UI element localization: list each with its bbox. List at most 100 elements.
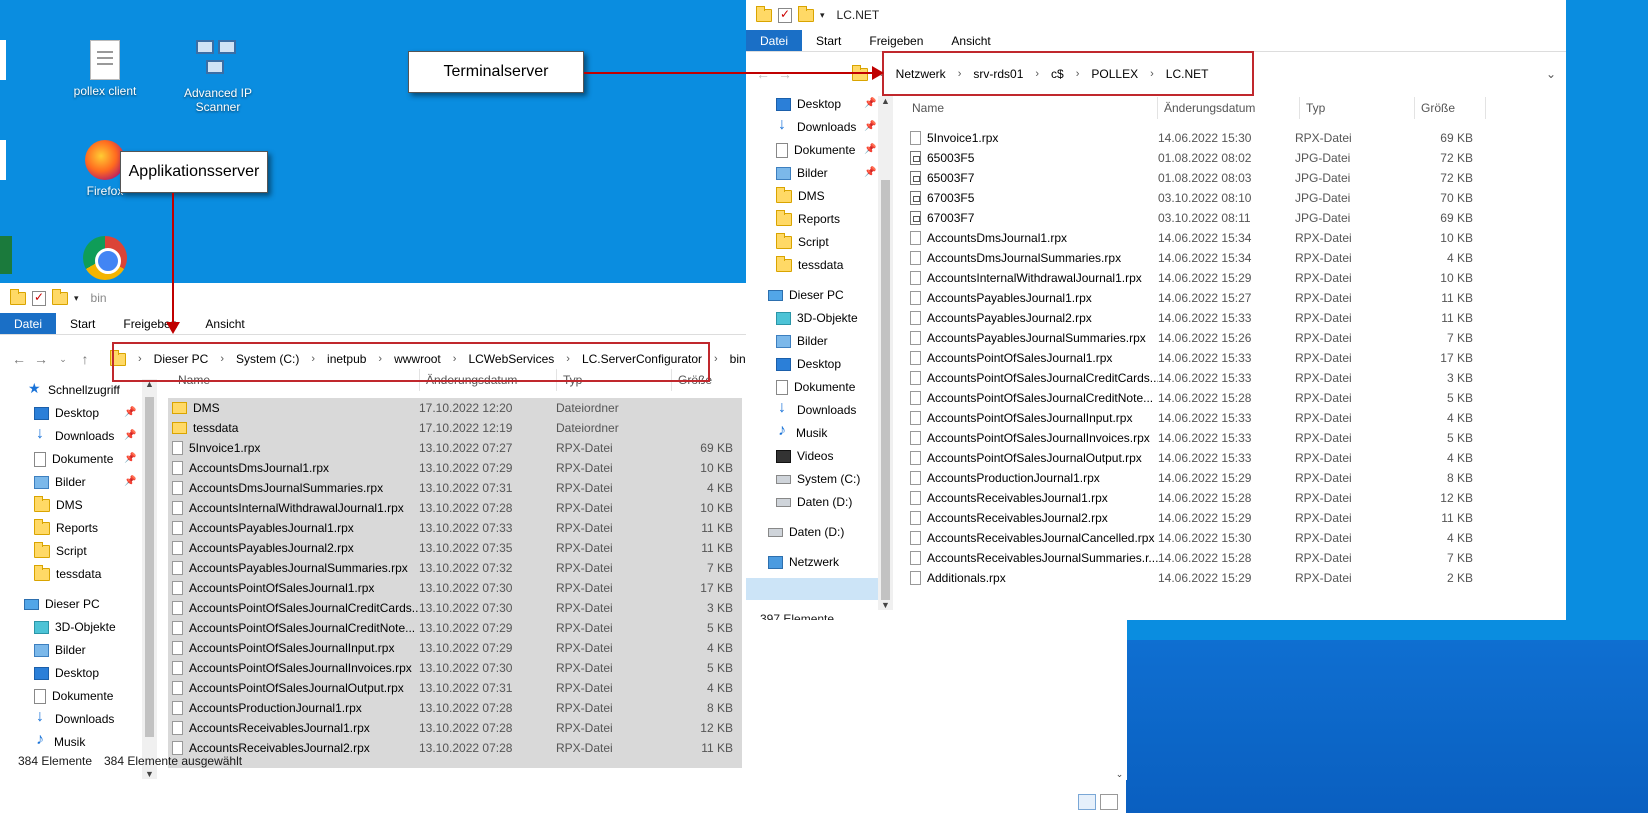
file-row[interactable]: AccountsPointOfSalesJournalCreditCards..…	[910, 368, 1510, 388]
nav-item[interactable]: Script	[776, 231, 829, 253]
file-row[interactable]: AccountsPointOfSalesJournalInvoices.rpx 1…	[172, 658, 742, 678]
nav-item[interactable]: Schnellzugriff	[28, 379, 120, 401]
recent-chevron-icon[interactable]: ⌄	[52, 354, 74, 365]
file-row[interactable]: AccountsPointOfSalesJournal1.rpx 13.10.20…	[172, 578, 742, 598]
address-dropdown-icon[interactable]: ⌄	[1546, 67, 1556, 81]
tab-datei[interactable]: Datei	[0, 313, 57, 334]
breadcrumb-item[interactable]: LCWebServices	[466, 352, 556, 366]
nav-item[interactable]: Daten (D:)	[768, 521, 844, 543]
nav-item[interactable]: Dokumente	[34, 448, 113, 470]
scroll-thumb[interactable]	[881, 180, 890, 600]
nav-item[interactable]: Dokumente	[34, 685, 113, 707]
file-row[interactable]: AccountsInternalWithdrawalJournal1.rpx 13…	[172, 498, 742, 518]
nav-item[interactable]: Desktop	[34, 402, 99, 424]
nav-item[interactable]: DMS	[34, 494, 83, 516]
nav-item[interactable]: Reports	[776, 208, 840, 230]
list-scrollbar[interactable]: ⌄	[1112, 600, 1127, 780]
pin-icon[interactable]: 📌	[864, 121, 876, 132]
file-row[interactable]: AccountsProductionJournal1.rpx 13.10.2022…	[172, 698, 742, 718]
nav-item[interactable]: Downloads	[34, 425, 114, 447]
nav-item[interactable]: Dieser PC	[768, 284, 844, 306]
file-row[interactable]: AccountsReceivablesJournal2.rpx 14.06.202…	[910, 508, 1510, 528]
nav-item[interactable]: Desktop	[34, 662, 99, 684]
file-row[interactable]: AccountsPayablesJournal1.rpx 13.10.2022 0…	[172, 518, 742, 538]
tab-start[interactable]: Start	[802, 30, 855, 51]
new-folder-icon[interactable]	[52, 288, 68, 305]
tab-ansicht[interactable]: Ansicht	[191, 313, 258, 334]
properties-icon[interactable]	[778, 7, 792, 23]
forward-arrow-icon[interactable]: →	[774, 66, 796, 82]
file-row[interactable]: 65003F5 01.08.2022 08:02 JPG-Datei 72 KB	[910, 148, 1510, 168]
scroll-up-icon[interactable]: ▲	[142, 379, 157, 389]
nav-item[interactable]: System (C:)	[776, 468, 860, 490]
file-row[interactable]: AccountsPayablesJournalSummaries.rpx 13.1…	[172, 558, 742, 578]
nav-item[interactable]: Downloads	[776, 399, 856, 421]
nav-item[interactable]: DMS	[776, 185, 825, 207]
file-row[interactable]: 65003F7 01.08.2022 08:03 JPG-Datei 72 KB	[910, 168, 1510, 188]
file-row[interactable]: AccountsDmsJournal1.rpx 13.10.2022 07:29 R…	[172, 458, 742, 478]
tab-start[interactable]: Start	[56, 313, 109, 334]
breadcrumb-item[interactable]: POLLEX	[1089, 67, 1140, 81]
scroll-down-icon[interactable]: ⌄	[1112, 769, 1127, 780]
file-row[interactable]: AccountsPointOfSalesJournalInput.rpx 14.0…	[910, 408, 1510, 428]
file-row[interactable]: AccountsReceivablesJournal1.rpx 14.06.202…	[910, 488, 1510, 508]
nav-item[interactable]: Bilder	[776, 330, 828, 352]
properties-icon[interactable]	[32, 290, 46, 306]
breadcrumb-item[interactable]: inetpub	[325, 352, 368, 366]
breadcrumb[interactable]: › Dieser PC › System (C:) › inetpub › ww…	[110, 349, 748, 366]
nav-item[interactable]: Reports	[34, 517, 98, 539]
pin-icon[interactable]: 📌	[864, 144, 876, 155]
file-row[interactable]: 67003F7 03.10.2022 08:11 JPG-Datei 69 KB	[910, 208, 1510, 228]
file-row[interactable]: AccountsInternalWithdrawalJournal1.rpx 14…	[910, 268, 1510, 288]
file-row[interactable]: AccountsDmsJournalSummaries.rpx 13.10.202…	[172, 478, 742, 498]
nav-item[interactable]: Desktop	[776, 93, 841, 115]
breadcrumb-item[interactable]: Dieser PC	[152, 352, 211, 366]
nav-item[interactable]: Dokumente	[776, 376, 855, 398]
chevron-down-icon[interactable]: ▾	[820, 10, 825, 21]
large-icons-view-icon[interactable]	[1100, 794, 1118, 810]
details-view-icon[interactable]	[1078, 794, 1096, 810]
breadcrumb-item[interactable]: srv-rds01	[971, 67, 1025, 81]
pin-icon[interactable]: 📌	[124, 453, 136, 464]
breadcrumb-item[interactable]: Netzwerk	[894, 67, 948, 81]
nav-item[interactable]: Desktop	[776, 353, 841, 375]
file-row[interactable]: 67003F5 03.10.2022 08:10 JPG-Datei 70 KB	[910, 188, 1510, 208]
file-row[interactable]: AccountsPointOfSalesJournalOutput.rpx 14.…	[910, 448, 1510, 468]
forward-arrow-icon[interactable]: →	[30, 351, 52, 367]
breadcrumb-item[interactable]: wwwroot	[392, 352, 443, 366]
nav-item[interactable]: Bilder	[776, 162, 828, 184]
pin-icon[interactable]: 📌	[124, 476, 136, 487]
tab-freigeben[interactable]: Freigeben	[855, 30, 937, 51]
pin-icon[interactable]: 📌	[864, 98, 876, 109]
breadcrumb-item[interactable]: bin	[728, 352, 748, 366]
chevron-down-icon[interactable]: ▾	[74, 293, 79, 304]
file-row[interactable]: AccountsPayablesJournal2.rpx 13.10.2022 0…	[172, 538, 742, 558]
pin-icon[interactable]: 📌	[864, 167, 876, 178]
file-row[interactable]: DMS 17.10.2022 12:20 Dateiordner	[172, 398, 742, 418]
file-row[interactable]: AccountsPayablesJournalSummaries.rpx 14.0…	[910, 328, 1510, 348]
col-name[interactable]: Name	[906, 97, 1158, 119]
nav-item[interactable]: Daten (D:)	[776, 491, 852, 513]
nav-item[interactable]: Script	[34, 540, 87, 562]
file-row[interactable]: AccountsPointOfSalesJournalOutput.rpx 13.…	[172, 678, 742, 698]
file-row[interactable]: AccountsPayablesJournal2.rpx 14.06.2022 1…	[910, 308, 1510, 328]
file-row[interactable]: AccountsReceivablesJournal2.rpx 13.10.202…	[172, 738, 742, 758]
file-row[interactable]: 5Invoice1.rpx 14.06.2022 15:30 RPX-Datei 69…	[910, 128, 1510, 148]
breadcrumb-item[interactable]: LC.NET	[1164, 67, 1211, 81]
scroll-thumb[interactable]	[145, 397, 154, 737]
desktop-icon-chrome[interactable]	[50, 236, 160, 284]
nav-item[interactable]: 3D-Objekte	[34, 616, 116, 638]
up-arrow-icon[interactable]: ↑	[74, 351, 96, 367]
col-name[interactable]: Name	[172, 369, 420, 391]
nav-scrollbar[interactable]: ▲ ▼	[142, 379, 157, 779]
nav-item[interactable]: Downloads	[34, 708, 114, 730]
breadcrumb-item[interactable]: System (C:)	[234, 352, 301, 366]
file-row[interactable]: AccountsDmsJournalSummaries.rpx 14.06.202…	[910, 248, 1510, 268]
breadcrumb-item[interactable]: LC.ServerConfigurator	[580, 352, 704, 366]
file-row[interactable]: AccountsPointOfSalesJournal1.rpx 14.06.20…	[910, 348, 1510, 368]
col-date[interactable]: Änderungsdatum	[420, 369, 557, 391]
breadcrumb[interactable]: › Netzwerk › srv-rds01 › c$ › POLLEX › L…	[852, 64, 1211, 81]
file-row[interactable]: tessdata 17.10.2022 12:19 Dateiordner	[172, 418, 742, 438]
scroll-down-icon[interactable]: ▼	[142, 769, 157, 779]
nav-item[interactable]: tessdata	[776, 254, 843, 276]
